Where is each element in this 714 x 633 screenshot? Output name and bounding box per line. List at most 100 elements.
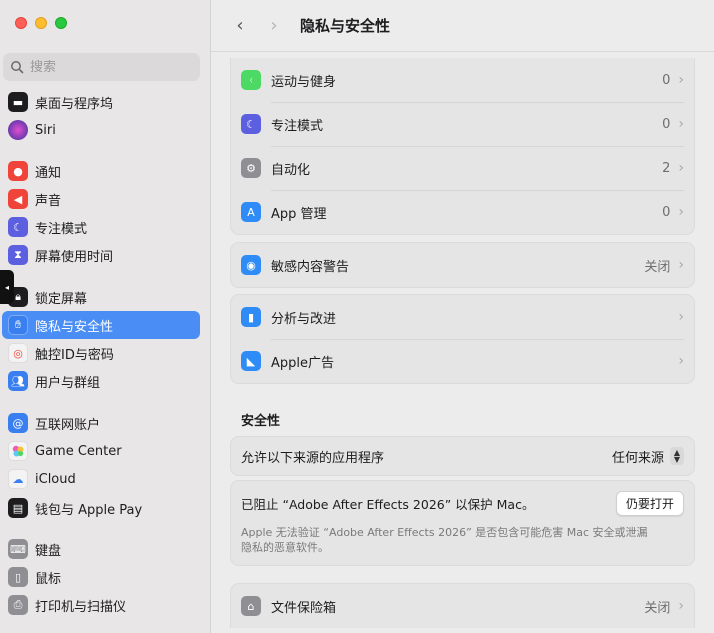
sidebar-item-icloud[interactable]: ☁ iCloud [2,465,200,493]
sidebar-item-label: 互联网账户 [35,417,101,433]
gears-icon: ⚙ [241,158,261,178]
row-apple-ads[interactable]: ◣ Apple广告 › [231,339,694,383]
sidebar-item-label: 屏幕使用时间 [35,249,114,265]
chevron-right-icon: › [270,14,278,36]
allow-apps-select[interactable]: 任何来源 ▲ ▼ [612,447,684,466]
sidebar-item-label: iCloud [35,471,76,487]
row-allow-apps: 允许以下来源的应用程序 任何来源 ▲ ▼ [231,437,694,475]
sidebar-item-label: 用户与群组 [35,375,101,391]
dock-icon: ▬ [8,92,28,112]
minimize-button[interactable] [35,17,47,29]
moon-icon: ☾ [241,114,261,134]
back-button[interactable]: ‹ [228,13,252,37]
sidebar-item-siri[interactable]: Siri [2,116,200,144]
sidebar-item-lock-screen[interactable]: 🔒︎ 锁定屏幕 [2,283,200,311]
sidebar-item-notifications[interactable]: ● 通知 [2,157,200,185]
note-line: 隐私的恶意软件。 [241,541,329,554]
row-label: 文件保险箱 [271,600,337,616]
sidebar-item-sound[interactable]: ◀ 声音 [2,185,200,213]
sidebar-item-keyboard[interactable]: ⌨ 键盘 [2,535,200,563]
sidebar: ▬ 桌面与程序坞 Siri ● 通知 ◀ 声音 ☾ 专注模式 ⧗ 屏幕使用时间 … [0,0,211,633]
row-fitness[interactable]: ᚲ 运动与健身 0 › [231,58,694,102]
sidebar-item-focus[interactable]: ☾ 专注模式 [2,213,200,241]
sensitive-content-card: ◉ 敏感内容警告 关闭 › [230,242,695,288]
sidebar-item-game-center[interactable]: Game Center [2,437,200,465]
row-automation[interactable]: ⚙ 自动化 2 › [231,146,694,190]
sidebar-item-label: 触控ID与密码 [35,347,114,363]
sidebar-item-label: 锁定屏幕 [35,291,88,307]
sidebar-item-internet-accounts[interactable]: @ 互联网账户 [2,409,200,437]
users-icon: 👥︎ [8,371,28,391]
traffic-lights [15,17,67,29]
search-input[interactable] [30,59,180,75]
close-button[interactable] [15,17,27,29]
security-section-title: 安全性 [241,414,281,429]
row-app-management[interactable]: A App 管理 0 › [231,190,694,234]
chevron-right-icon: › [678,116,684,132]
vault-icon: ⌂ [241,596,261,616]
fitness-icon: ᚲ [241,70,261,90]
at-icon: @ [8,413,28,433]
sidebar-item-label: 鼠标 [35,571,62,587]
chevron-right-icon: › [678,257,684,273]
collapse-handle[interactable]: ◂ [0,270,14,304]
blocked-app-label: 已阻止 “Adobe After Effects 2026” 以保护 Mac。 [241,496,535,512]
sidebar-item-privacy-security[interactable]: ✋︎ 隐私与安全性 [2,311,200,339]
sidebar-item-mouse[interactable]: ▯ 鼠标 [2,563,200,591]
sidebar-item-label: Siri [35,122,56,138]
sidebar-item-touch-id[interactable]: ◎ 触控ID与密码 [2,339,200,367]
cloud-icon: ☁ [8,469,28,489]
row-label: 运动与健身 [271,74,337,90]
analytics-card: ▮ 分析与改进 › ◣ Apple广告 › [230,294,695,384]
sidebar-item-desktop-dock[interactable]: ▬ 桌面与程序坞 [2,88,200,116]
search-field[interactable] [3,53,200,81]
zoom-button[interactable] [55,17,67,29]
allow-apps-label: 允许以下来源的应用程序 [241,450,385,466]
sidebar-item-users-groups[interactable]: 👥︎ 用户与群组 [2,367,200,395]
note-line: Apple 无法验证 “Adobe After Effects 2026” 是否… [241,526,648,539]
chevron-right-icon: › [678,598,684,614]
sidebar-item-wallet[interactable]: ▤ 钱包与 Apple Pay [2,494,200,522]
sidebar-item-label: 通知 [35,165,62,181]
moon-icon: ☾ [8,217,28,237]
main-pane: ‹ › 隐私与安全性 ᚲ 运动与健身 0 › ☾ 专注模式 0 › ⚙ 自动化 2 ›… [211,0,714,633]
row-filevault[interactable]: ⌂ 文件保险箱 关闭 › [231,584,694,628]
forward-button[interactable]: › [262,13,286,37]
app-permissions-card: ᚲ 运动与健身 0 › ☾ 专注模式 0 › ⚙ 自动化 2 › A App 管理 0… [230,58,695,235]
sidebar-item-label: 桌面与程序坞 [35,96,114,112]
chevron-left-icon: ‹ [236,14,244,36]
chart-icon: ▮ [241,307,261,327]
allow-apps-card: 允许以下来源的应用程序 任何来源 ▲ ▼ [230,436,695,476]
settings-window: ▬ 桌面与程序坞 Siri ● 通知 ◀ 声音 ☾ 专注模式 ⧗ 屏幕使用时间 … [0,0,714,633]
row-analytics[interactable]: ▮ 分析与改进 › [231,295,694,339]
sidebar-item-label: 隐私与安全性 [35,319,114,335]
blocked-app-card: 已阻止 “Adobe After Effects 2026” 以保护 Mac。 … [230,480,695,566]
updown-arrows-icon: ▲ ▼ [670,447,684,465]
row-focus[interactable]: ☾ 专注模式 0 › [231,102,694,146]
chevron-right-icon: › [678,204,684,220]
eye-icon: ◉ [241,255,261,275]
row-count: 0 [662,204,671,220]
row-label: Apple广告 [271,355,335,371]
sidebar-item-screen-time[interactable]: ⧗ 屏幕使用时间 [2,241,200,269]
allow-apps-value: 任何来源 [611,450,664,466]
sidebar-item-label: Game Center [35,443,122,459]
game-center-icon [8,441,28,461]
filevault-card: ⌂ 文件保险箱 关闭 › [230,583,695,628]
sidebar-item-printers[interactable]: ⎙ 打印机与扫描仪 [2,591,200,619]
sidebar-item-label: 声音 [35,193,62,209]
sidebar-item-label: 钱包与 Apple Pay [35,502,143,518]
row-status: 关闭 [644,259,671,275]
open-anyway-button[interactable]: 仍要打开 [615,490,684,516]
chevron-right-icon: › [678,353,684,369]
row-count: 0 [662,72,671,88]
row-blocked-app: 已阻止 “Adobe After Effects 2026” 以保护 Mac。 … [231,481,694,525]
megaphone-icon: ◣ [241,351,261,371]
wallet-icon: ▤ [8,498,28,518]
fingerprint-icon: ◎ [8,343,28,363]
sidebar-item-label: 打印机与扫描仪 [35,599,127,615]
chevron-right-icon: › [678,160,684,176]
chevron-right-icon: › [678,309,684,325]
row-sensitive-content[interactable]: ◉ 敏感内容警告 关闭 › [231,243,694,287]
chevron-right-icon: › [678,72,684,88]
